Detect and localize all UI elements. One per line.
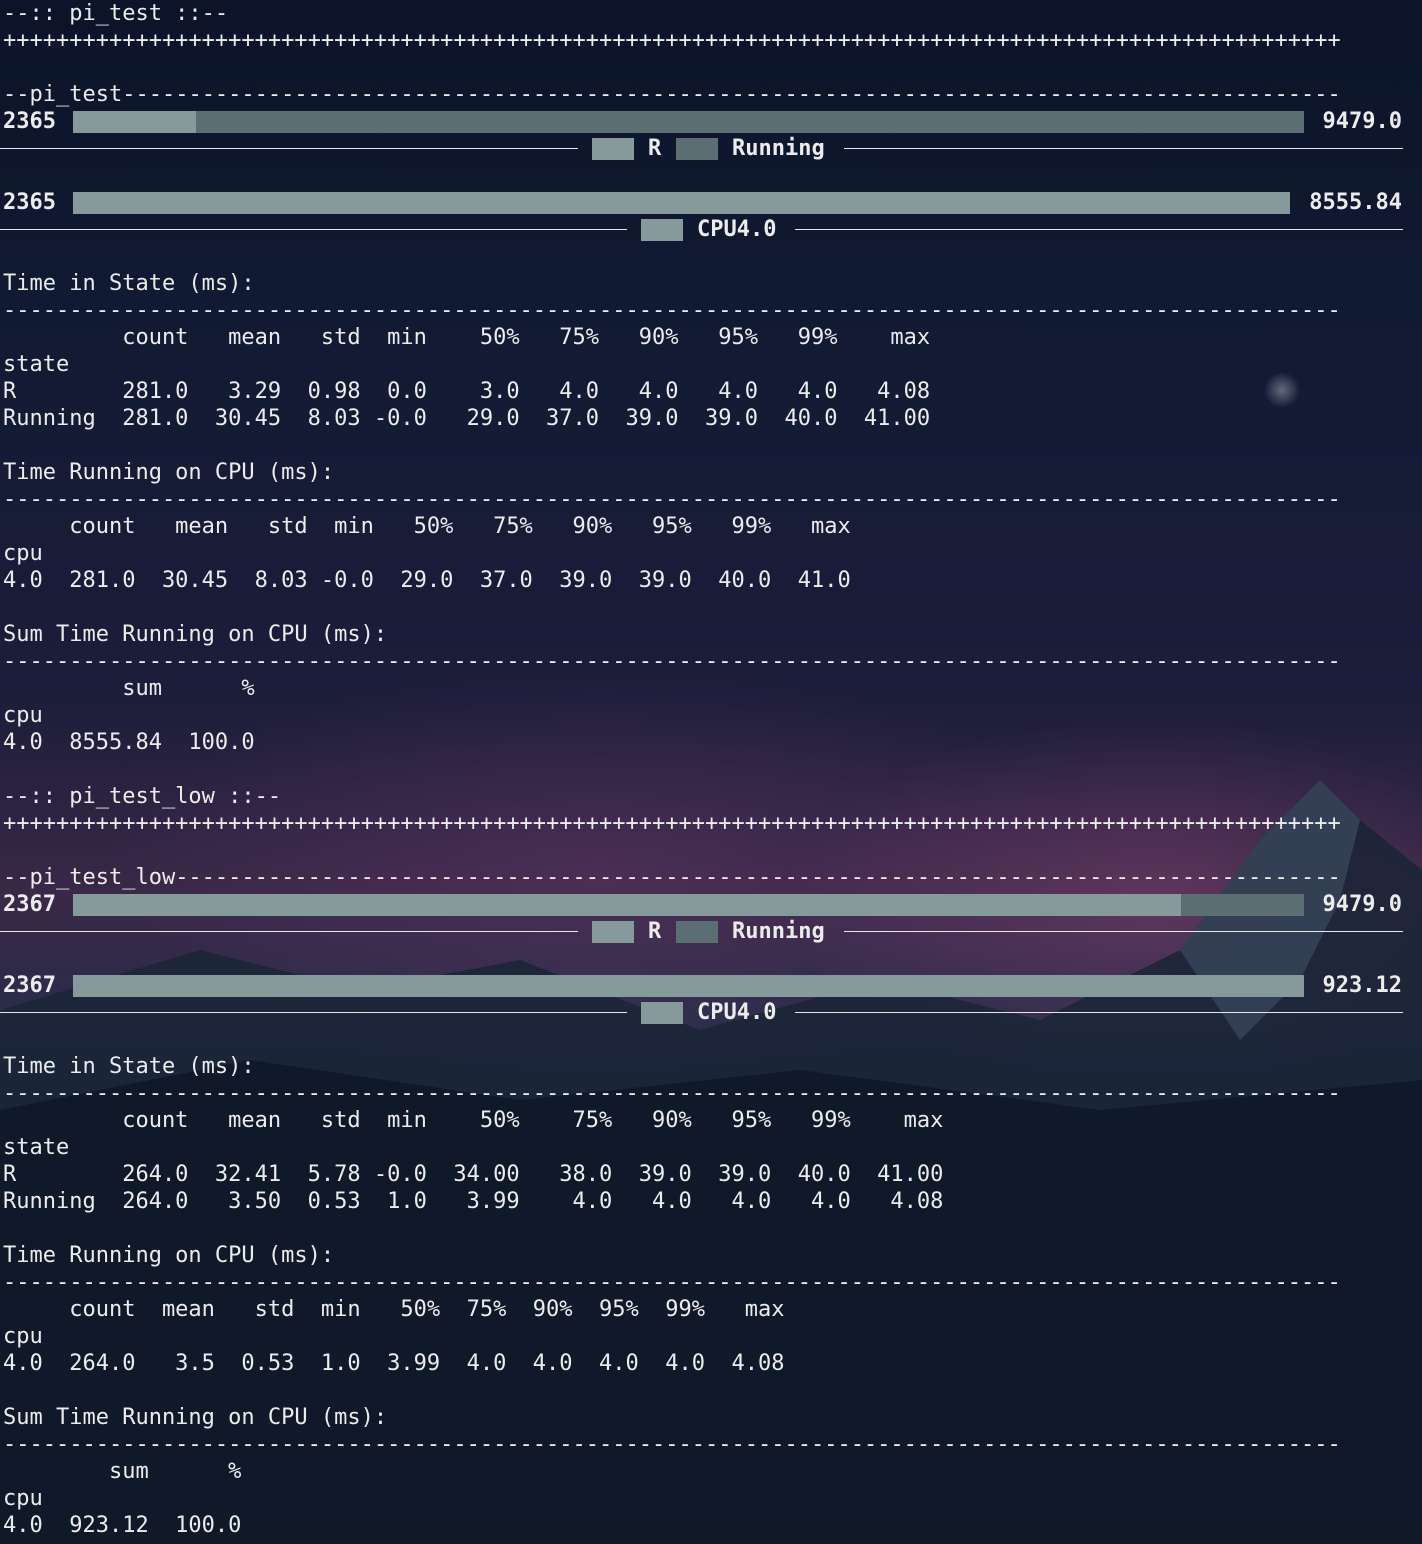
pid-label: 2367 [3, 892, 56, 917]
timeline-bar [73, 192, 1290, 214]
plus-separator: ++++++++++++++++++++++++++++++++++++++++… [3, 28, 1341, 53]
legend-label: Running [732, 136, 825, 161]
table-row: sum % [3, 676, 255, 701]
table-title: Time in State (ms): [3, 1054, 255, 1079]
bar-segment-r [73, 894, 1181, 916]
bar-segment-cpu4-0 [73, 192, 1290, 214]
pid-label: 2365 [3, 109, 56, 134]
bar-segment-r [73, 111, 197, 133]
bar-legend: R Running [0, 135, 1422, 162]
table-row: cpu [3, 703, 43, 728]
legend-swatch [641, 219, 683, 241]
legend-swatch [592, 138, 634, 160]
table-row: count mean std min 50% 75% 90% 95% 99% m… [3, 1108, 944, 1133]
dashed-separator: ----------------------------------------… [3, 1081, 1341, 1106]
dashed-separator: ----------------------------------------… [3, 649, 1341, 674]
table-row: 4.0 264.0 3.5 0.53 1.0 3.99 4.0 4.0 4.0 … [3, 1351, 785, 1376]
state-timeline: 2367 9479.0 [0, 891, 1422, 918]
legend-rule-right [795, 1012, 1403, 1013]
table-row: 4.0 923.12 100.0 [3, 1513, 242, 1538]
dashed-separator: ----------------------------------------… [3, 487, 1341, 512]
table-title: Time Running on CPU (ms): [3, 1243, 335, 1268]
pid-label: 2367 [3, 973, 56, 998]
bar-legend: CPU4.0 [0, 216, 1422, 243]
task-header: --pi_test_low---------------------------… [3, 865, 1341, 890]
legend-rule-left [0, 148, 578, 149]
bar-segment-cpu4-0 [73, 975, 1304, 997]
task-header: --pi_test-------------------------------… [3, 82, 1341, 107]
legend-swatch [676, 921, 718, 943]
legend-rule-left [0, 229, 627, 230]
dashed-separator: ----------------------------------------… [3, 298, 1341, 323]
timeline-bar [73, 111, 1304, 133]
task-label: --pi_test_low [3, 865, 176, 890]
table-row: count mean std min 50% 75% 90% 95% 99% m… [3, 1297, 785, 1322]
legend-label: R [648, 919, 662, 944]
legend-label: CPU4.0 [697, 1000, 777, 1025]
dashed-separator: ----------------------------------------… [3, 1270, 1341, 1295]
bar-segment-running [1180, 894, 1304, 916]
table-row: count mean std min 50% 75% 90% 95% 99% m… [3, 514, 851, 539]
table-row: cpu [3, 541, 43, 566]
plus-separator: ++++++++++++++++++++++++++++++++++++++++… [3, 811, 1341, 836]
legend-label: CPU4.0 [697, 217, 777, 242]
section-header: --:: pi_test ::-- [3, 1, 229, 26]
table-row: sum % [3, 1459, 242, 1484]
table-title: Sum Time Running on CPU (ms): [3, 1405, 388, 1430]
table-row: R 281.0 3.29 0.98 0.0 3.0 4.0 4.0 4.0 4.… [3, 379, 931, 404]
legend-label: Running [732, 919, 825, 944]
legend-rule-left [0, 931, 578, 932]
legend-rule-right [795, 229, 1403, 230]
table-row: cpu [3, 1324, 43, 1349]
section-header: --:: pi_test_low ::-- [3, 784, 282, 809]
state-timeline: 2365 9479.0 [0, 108, 1422, 135]
cpu-timeline: 2367 923.12 [0, 972, 1422, 999]
table-row: R 264.0 32.41 5.78 -0.0 34.00 38.0 39.0 … [3, 1162, 944, 1187]
table-row: Running 264.0 3.50 0.53 1.0 3.99 4.0 4.0… [3, 1189, 944, 1214]
table-title: Sum Time Running on CPU (ms): [3, 622, 388, 647]
bar-legend: R Running [0, 918, 1422, 945]
task-label: --pi_test [3, 82, 123, 107]
legend-swatch [592, 921, 634, 943]
table-row: cpu [3, 1486, 43, 1511]
table-title: Time Running on CPU (ms): [3, 460, 335, 485]
legend-swatch [641, 1002, 683, 1024]
table-row: 4.0 281.0 30.45 8.03 -0.0 29.0 37.0 39.0… [3, 568, 851, 593]
legend-swatch [676, 138, 718, 160]
timeline-bar [73, 894, 1304, 916]
bar-legend: CPU4.0 [0, 999, 1422, 1026]
terminal-output: --:: pi_test ::-- +++++++++++++++++++++++… [0, 0, 1422, 1544]
table-row: count mean std min 50% 75% 90% 95% 99% m… [3, 325, 931, 350]
legend-label: R [648, 136, 662, 161]
table-row: state [3, 352, 70, 377]
pid-label: 2365 [3, 190, 56, 215]
table-row: Running 281.0 30.45 8.03 -0.0 29.0 37.0 … [3, 406, 931, 431]
timeline-bar [73, 975, 1304, 997]
bar-max-label: 8555.84 [1309, 190, 1402, 215]
dashed-separator: ----------------------------------------… [3, 1432, 1341, 1457]
bar-max-label: 9479.0 [1322, 109, 1402, 134]
bar-segment-running [196, 111, 1304, 133]
legend-rule-right [844, 148, 1403, 149]
legend-rule-left [0, 1012, 627, 1013]
table-title: Time in State (ms): [3, 271, 255, 296]
cpu-timeline: 2365 8555.84 [0, 189, 1422, 216]
legend-rule-right [844, 931, 1403, 932]
bar-max-label: 923.12 [1322, 973, 1402, 998]
table-row: 4.0 8555.84 100.0 [3, 730, 255, 755]
bar-max-label: 9479.0 [1322, 892, 1402, 917]
table-row: state [3, 1135, 70, 1160]
